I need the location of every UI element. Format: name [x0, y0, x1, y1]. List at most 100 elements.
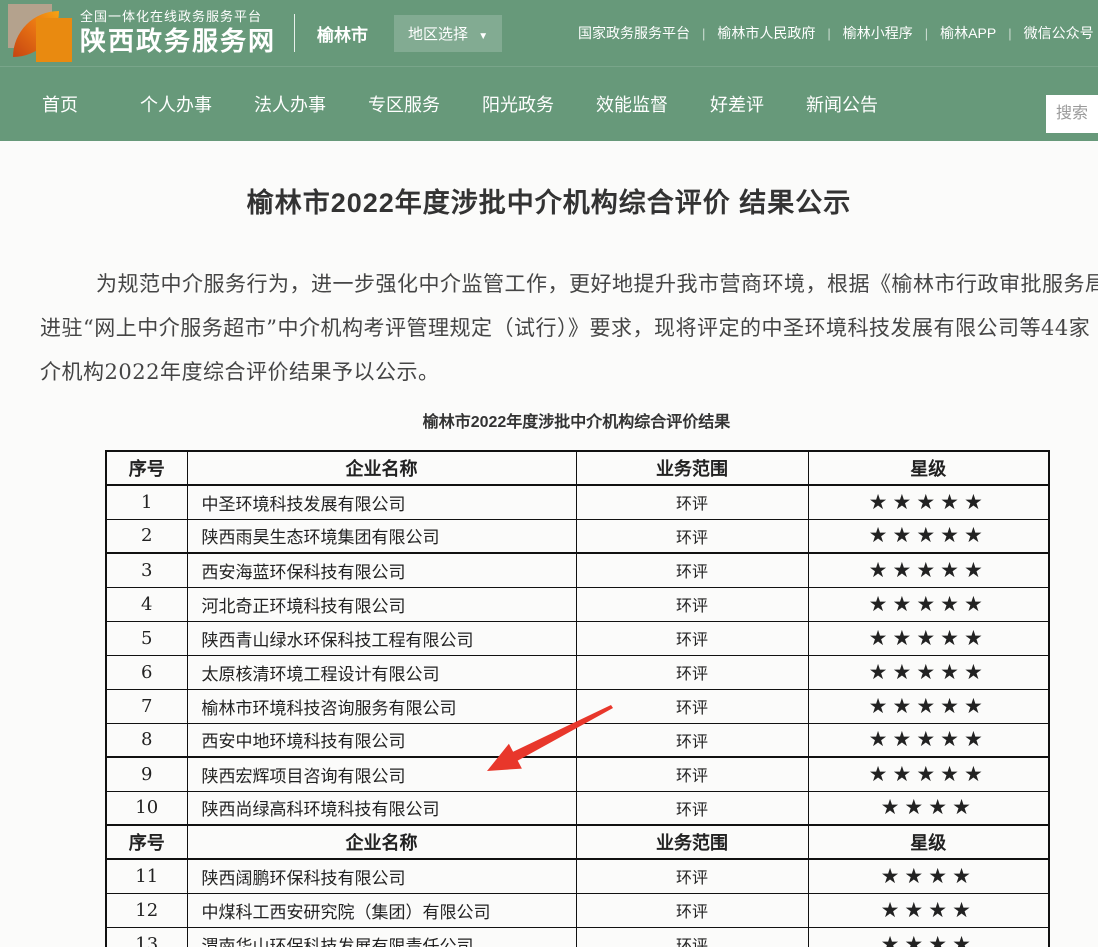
link-app[interactable]: 榆林APP	[940, 23, 996, 43]
results-table: 序号企业名称业务范围星级1中圣环境科技发展有限公司环评★★★★★2陕西雨昊生态环…	[105, 450, 1050, 947]
link-wechat-account[interactable]: 微信公众号	[1024, 23, 1094, 43]
table-row: 3西安海蓝环保科技有限公司环评★★★★★	[106, 553, 1049, 587]
cell-business-scope: 环评	[576, 553, 808, 587]
nav-item-corporate[interactable]: 法人办事	[254, 91, 326, 117]
cell-star-rating: ★★★★★	[808, 519, 1049, 553]
chevron-down-icon: ▼	[478, 31, 488, 42]
header-divider	[294, 14, 295, 52]
cell-序号: 10	[106, 791, 187, 825]
column-header: 星级	[808, 825, 1049, 859]
cell-star-rating: ★★★★	[808, 893, 1049, 927]
platform-name: 全国一体化在线政务服务平台	[80, 9, 276, 25]
table-row: 10陕西尚绿高科环境科技有限公司环评★★★★	[106, 791, 1049, 825]
table-row: 2陕西雨昊生态环境集团有限公司环评★★★★★	[106, 519, 1049, 553]
cell-star-rating: ★★★★	[808, 927, 1049, 947]
main-nav: 首页 个人办事 法人办事 专区服务 阳光政务 效能监督 好差评 新闻公告	[0, 66, 1098, 141]
table-header-row: 序号企业名称业务范围星级	[106, 825, 1049, 859]
cell-company-name: 陕西宏辉项目咨询有限公司	[187, 757, 576, 791]
column-header: 企业名称	[187, 825, 576, 859]
cell-序号: 5	[106, 621, 187, 655]
column-header: 企业名称	[187, 451, 576, 485]
cell-序号: 6	[106, 655, 187, 689]
results-table-section: 榆林市2022年度涉批中介机构综合评价结果 序号企业名称业务范围星级1中圣环境科…	[105, 408, 1048, 947]
table-row: 5陕西青山绿水环保科技工程有限公司环评★★★★★	[106, 621, 1049, 655]
cell-business-scope: 环评	[576, 485, 808, 519]
table-row: 4河北奇正环境科技有限公司环评★★★★★	[106, 587, 1049, 621]
column-header: 序号	[106, 451, 187, 485]
cell-序号: 11	[106, 859, 187, 893]
cell-company-name: 西安海蓝环保科技有限公司	[187, 553, 576, 587]
cell-business-scope: 环评	[576, 655, 808, 689]
cell-star-rating: ★★★★★	[808, 553, 1049, 587]
cell-序号: 13	[106, 927, 187, 947]
region-selector-label: 地区选择	[408, 26, 468, 43]
region-selector-button[interactable]: 地区选择 ▼	[394, 15, 502, 52]
table-row: 9陕西宏辉项目咨询有限公司环评★★★★★	[106, 757, 1049, 791]
column-header: 业务范围	[576, 825, 808, 859]
cell-序号: 9	[106, 757, 187, 791]
paragraph-line: 进驻“网上中介服务超市”中介机构考评管理规定（试行）》要求，现将评定的中圣环境科…	[0, 306, 1098, 350]
nav-item-home[interactable]: 首页	[42, 91, 78, 117]
link-mini-program[interactable]: 榆林小程序	[843, 23, 913, 43]
cell-star-rating: ★★★★★	[808, 689, 1049, 723]
cell-star-rating: ★★★★★	[808, 655, 1049, 689]
nav-item-open-government[interactable]: 阳光政务	[482, 91, 554, 117]
column-header: 星级	[808, 451, 1049, 485]
search-input[interactable]	[1046, 95, 1098, 133]
cell-序号: 4	[106, 587, 187, 621]
cell-star-rating: ★★★★★	[808, 621, 1049, 655]
link-separator: |	[925, 26, 928, 41]
table-row: 8西安中地环境科技有限公司环评★★★★★	[106, 723, 1049, 757]
site-logo-icon	[8, 4, 68, 62]
cell-star-rating: ★★★★★	[808, 757, 1049, 791]
table-caption: 榆林市2022年度涉批中介机构综合评价结果	[105, 408, 1048, 432]
paragraph-line: 为规范中介服务行为，进一步强化中介监管工作，更好地提升我市营商环境，根据《榆林市…	[0, 262, 1098, 306]
nav-item-efficiency-supervision[interactable]: 效能监督	[596, 91, 668, 117]
cell-序号: 2	[106, 519, 187, 553]
site-header: 全国一体化在线政务服务平台 陕西政务服务网 榆林市 地区选择 ▼ 国家政务服务平…	[0, 0, 1098, 66]
results-table-body: 序号企业名称业务范围星级1中圣环境科技发展有限公司环评★★★★★2陕西雨昊生态环…	[106, 451, 1049, 947]
table-row: 12中煤科工西安研究院（集团）有限公司环评★★★★	[106, 893, 1049, 927]
table-header-row: 序号企业名称业务范围星级	[106, 451, 1049, 485]
cell-序号: 1	[106, 485, 187, 519]
article-content: 榆林市2022年度涉批中介机构综合评价 结果公示 为规范中介服务行为，进一步强化…	[0, 181, 1098, 947]
cell-star-rating: ★★★★★	[808, 723, 1049, 757]
cell-star-rating: ★★★★	[808, 791, 1049, 825]
cell-company-name: 中煤科工西安研究院（集团）有限公司	[187, 893, 576, 927]
cell-star-rating: ★★★★	[808, 859, 1049, 893]
paragraph-line: 介机构2022年度综合评价结果予以公示。	[0, 350, 1098, 394]
cell-序号: 3	[106, 553, 187, 587]
cell-company-name: 太原核清环境工程设计有限公司	[187, 655, 576, 689]
table-row: 13渭南华山环保科技发展有限责任公司环评★★★★	[106, 927, 1049, 947]
cell-business-scope: 环评	[576, 893, 808, 927]
cell-序号: 12	[106, 893, 187, 927]
page-title: 榆林市2022年度涉批中介机构综合评价 结果公示	[0, 181, 1098, 220]
link-separator: |	[1008, 26, 1011, 41]
link-separator: |	[827, 26, 830, 41]
cell-company-name: 西安中地环境科技有限公司	[187, 723, 576, 757]
cell-star-rating: ★★★★★	[808, 587, 1049, 621]
announcement-paragraph: 为规范中介服务行为，进一步强化中介监管工作，更好地提升我市营商环境，根据《榆林市…	[0, 262, 1098, 394]
link-city-government[interactable]: 榆林市人民政府	[717, 23, 815, 43]
nav-item-zone-services[interactable]: 专区服务	[368, 91, 440, 117]
link-separator: |	[702, 26, 705, 41]
cell-company-name: 陕西尚绿高科环境科技有限公司	[187, 791, 576, 825]
cell-序号: 8	[106, 723, 187, 757]
cell-company-name: 中圣环境科技发展有限公司	[187, 485, 576, 519]
cell-company-name: 渭南华山环保科技发展有限责任公司	[187, 927, 576, 947]
cell-business-scope: 环评	[576, 927, 808, 947]
nav-item-personal[interactable]: 个人办事	[140, 91, 212, 117]
site-name: 陕西政务服务网	[80, 25, 276, 58]
cell-business-scope: 环评	[576, 689, 808, 723]
table-row: 11陕西阔鹏环保科技有限公司环评★★★★	[106, 859, 1049, 893]
cell-company-name: 榆林市环境科技咨询服务有限公司	[187, 689, 576, 723]
cell-company-name: 河北奇正环境科技有限公司	[187, 587, 576, 621]
nav-item-rating[interactable]: 好差评	[710, 91, 764, 117]
link-national-platform[interactable]: 国家政务服务平台	[578, 23, 690, 43]
table-row: 7榆林市环境科技咨询服务有限公司环评★★★★★	[106, 689, 1049, 723]
column-header: 业务范围	[576, 451, 808, 485]
current-city-label: 榆林市	[317, 21, 368, 46]
table-row: 6太原核清环境工程设计有限公司环评★★★★★	[106, 655, 1049, 689]
nav-item-news[interactable]: 新闻公告	[806, 91, 878, 117]
cell-business-scope: 环评	[576, 621, 808, 655]
